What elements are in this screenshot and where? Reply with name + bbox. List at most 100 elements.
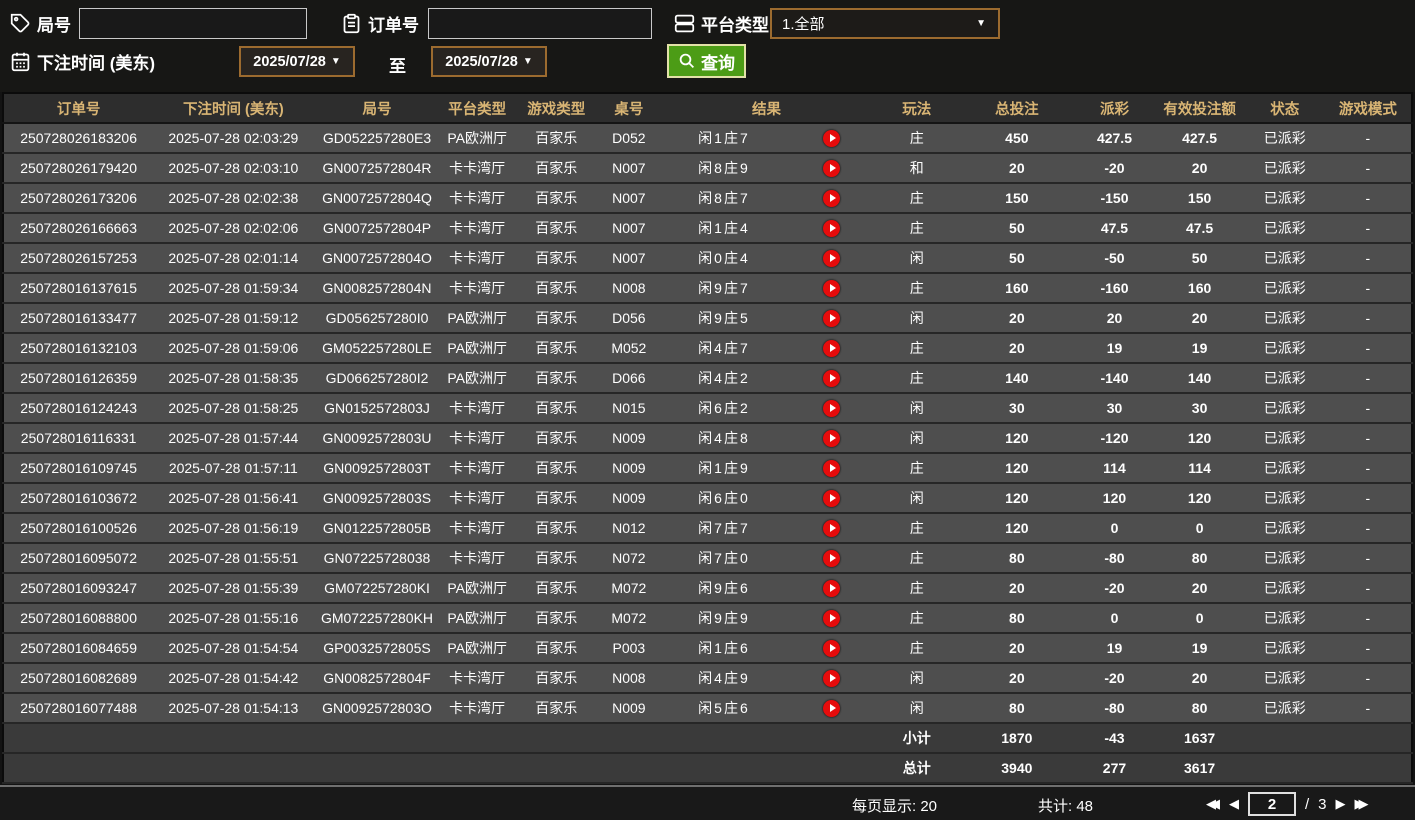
game-type-cell: 百家乐 [513, 213, 599, 244]
round-no-cell: GM072257280KI [313, 573, 441, 604]
platform-select-value: 1.全部 [782, 16, 825, 33]
play-triangle [829, 194, 836, 203]
date-to-picker[interactable]: 2025/07/28 ▼ [431, 46, 547, 77]
order-no-cell: 250728026173206 [3, 183, 154, 214]
bet-time-cell: 2025-07-28 02:02:06 [153, 213, 314, 244]
play-cell [789, 123, 875, 154]
bet-time-cell: 2025-07-28 01:56:19 [153, 513, 314, 544]
status-cell: 已派彩 [1244, 213, 1325, 244]
order-no-cell: 250728026179420 [3, 153, 154, 184]
order-no-cell: 250728016095072 [3, 543, 154, 574]
play-icon[interactable] [823, 519, 841, 537]
payout-cell: -120 [1074, 423, 1155, 454]
date-from-picker[interactable]: 2025/07/28 ▼ [239, 46, 355, 77]
play-icon[interactable] [823, 309, 841, 327]
total-bet-cell: 120 [959, 423, 1075, 454]
round-no-cell: GD056257280I0 [313, 303, 441, 334]
page-number-input[interactable] [1248, 792, 1296, 816]
header-total-bet: 总投注 [959, 93, 1075, 124]
first-page-button[interactable]: ◀◀ [1206, 796, 1220, 812]
result-cell: 闲6庄0 [658, 483, 790, 514]
valid-bet-cell: 19 [1154, 633, 1245, 664]
order-input[interactable] [428, 8, 652, 39]
search-button[interactable]: 查询 [667, 44, 746, 78]
play-cell [789, 603, 875, 634]
last-page-button[interactable]: ▶▶ [1355, 796, 1369, 812]
play-cell [789, 363, 875, 394]
play-icon[interactable] [823, 189, 841, 207]
bet-time-cell: 2025-07-28 01:57:11 [153, 453, 314, 484]
date-to-value: 2025/07/28 [445, 53, 518, 70]
play-icon[interactable] [823, 129, 841, 147]
date-from-value: 2025/07/28 [253, 53, 326, 70]
table-row: 250728026173206 2025-07-28 02:02:38 GN0072… [3, 183, 1412, 214]
platform-cell: 卡卡湾厅 [440, 483, 514, 514]
table-row: 250728016084659 2025-07-28 01:54:54 GP0032… [3, 633, 1412, 664]
table-row: 250728016095072 2025-07-28 01:55:51 GN0722… [3, 543, 1412, 574]
total-bet-cell: 30 [959, 393, 1075, 424]
result-cell: 闲8庄7 [658, 183, 790, 214]
play-icon[interactable] [823, 279, 841, 297]
play-icon[interactable] [823, 159, 841, 177]
payout-cell: -160 [1074, 273, 1155, 304]
play-icon[interactable] [823, 399, 841, 417]
bet-time-cell: 2025-07-28 01:59:34 [153, 273, 314, 304]
valid-bet-cell: 20 [1154, 153, 1245, 184]
table-row: 250728016116331 2025-07-28 01:57:44 GN0092… [3, 423, 1412, 454]
play-icon[interactable] [823, 669, 841, 687]
table-no-cell: N009 [598, 483, 659, 514]
round-no-cell: GN0082572804N [313, 273, 441, 304]
status-cell: 已派彩 [1244, 603, 1325, 634]
order-no-cell: 250728016100526 [3, 513, 154, 544]
play-icon[interactable] [823, 549, 841, 567]
play-type-cell: 庄 [874, 633, 960, 664]
payout-cell: 19 [1074, 633, 1155, 664]
play-icon[interactable] [823, 249, 841, 267]
round-no-cell: GN0072572804O [313, 243, 441, 274]
play-icon[interactable] [823, 339, 841, 357]
play-icon[interactable] [823, 219, 841, 237]
calendar-icon [10, 51, 31, 72]
round-no-cell: GN0072572804R [313, 153, 441, 184]
play-triangle [829, 614, 836, 623]
bet-time-cell: 2025-07-28 01:54:54 [153, 633, 314, 664]
play-icon[interactable] [823, 429, 841, 447]
status-cell: 已派彩 [1244, 453, 1325, 484]
table-row: 250728016088800 2025-07-28 01:55:16 GM0722… [3, 603, 1412, 634]
round-no-cell: GN0092572803S [313, 483, 441, 514]
header-table-no: 桌号 [598, 93, 659, 124]
result-cell: 闲9庄6 [658, 573, 790, 604]
game-type-cell: 百家乐 [513, 453, 599, 484]
game-type-cell: 百家乐 [513, 183, 599, 214]
play-triangle [829, 464, 836, 473]
round-no-cell: GN0092572803U [313, 423, 441, 454]
grand-total-empty-status [1244, 753, 1325, 784]
total-bet-cell: 450 [959, 123, 1075, 154]
play-icon[interactable] [823, 579, 841, 597]
round-input[interactable] [79, 8, 307, 39]
platform-cell: 卡卡湾厅 [440, 663, 514, 694]
game-mode-cell: - [1324, 603, 1412, 634]
payout-cell: -80 [1074, 543, 1155, 574]
play-icon[interactable] [823, 699, 841, 717]
platform-cell: PA欧洲厅 [440, 633, 514, 664]
game-type-cell: 百家乐 [513, 303, 599, 334]
play-icon[interactable] [823, 639, 841, 657]
game-mode-cell: - [1324, 543, 1412, 574]
play-icon[interactable] [823, 369, 841, 387]
prev-page-button[interactable]: ◀ [1229, 796, 1239, 812]
play-triangle [829, 554, 836, 563]
table-header-row: 订单号 下注时间 (美东) 局号 平台类型 游戏类型 桌号 结果 玩法 总投注 … [3, 93, 1412, 124]
play-icon[interactable] [823, 489, 841, 507]
table-no-cell: N007 [598, 213, 659, 244]
game-mode-cell: - [1324, 273, 1412, 304]
play-icon[interactable] [823, 459, 841, 477]
result-cell: 闲1庄6 [658, 633, 790, 664]
play-icon[interactable] [823, 609, 841, 627]
next-page-button[interactable]: ▶ [1336, 796, 1346, 812]
payout-cell: 427.5 [1074, 123, 1155, 154]
table-no-cell: N012 [598, 513, 659, 544]
platform-select[interactable]: 1.全部 ▼ [770, 8, 1000, 39]
round-label: 局号 [37, 16, 71, 35]
status-cell: 已派彩 [1244, 693, 1325, 724]
